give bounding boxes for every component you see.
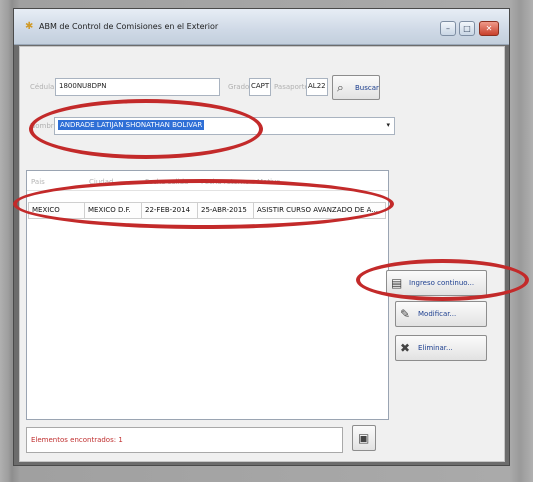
delete-icon: ✖ — [400, 341, 411, 355]
search-icon: ⌕ — [337, 80, 344, 94]
column-header-fecha-retorno[interactable]: Fecha retorno — [201, 178, 249, 186]
modificar-button[interactable]: ✎ Modificar... — [395, 301, 487, 327]
close-icon[interactable]: ✕ — [479, 21, 499, 36]
ingreso-continuo-label: Ingreso continuo... — [409, 279, 475, 287]
app-icon: ✱ — [25, 21, 34, 32]
chevron-down-icon[interactable]: ▾ — [386, 121, 390, 129]
maximize-icon[interactable]: □ — [459, 21, 475, 36]
column-header-motivo[interactable]: Motivo — [257, 178, 280, 186]
pasaporte-field[interactable]: AL22 — [306, 78, 328, 96]
cedula-field[interactable]: 1800NU8DPN — [55, 78, 220, 96]
document-icon: ▤ — [391, 276, 403, 290]
cell-motivo: ASISTIR CURSO AVANZADO DE A... — [257, 206, 379, 214]
grado-label: Grado — [228, 83, 250, 91]
title-bar: ✱ ABM de Control de Comisiones en el Ext… — [14, 9, 509, 45]
print-button[interactable]: ▣ — [352, 425, 376, 451]
edit-icon: ✎ — [400, 307, 411, 321]
nombre-combobox[interactable]: ANDRADE LATIJAN SHONATHAN BOLIVAR ▾ — [54, 117, 395, 135]
modificar-label: Modificar... — [418, 310, 457, 318]
eliminar-label: Eliminar... — [418, 344, 453, 352]
cell-pais: MEXICO — [29, 203, 85, 218]
window-title: ABM de Control de Comisiones en el Exter… — [39, 22, 219, 31]
column-header-fecha-salida[interactable]: Fecha salida — [145, 178, 188, 186]
printer-icon: ▣ — [358, 431, 370, 445]
minimize-icon[interactable]: – — [440, 21, 456, 36]
ingreso-continuo-button[interactable]: ▤ Ingreso continuo... — [386, 270, 487, 296]
client-area: Cédula 1800NU8DPN Grado CAPT Pasaporte A… — [19, 46, 505, 462]
cell-fecha-retorno: 25-ABR-2015 — [198, 203, 254, 218]
column-header-pais[interactable]: Pais — [31, 178, 45, 186]
buscar-button[interactable]: ⌕ Buscar — [332, 75, 380, 100]
eliminar-button[interactable]: ✖ Eliminar... — [395, 335, 487, 361]
app-window: ✱ ABM de Control de Comisiones en el Ext… — [13, 8, 510, 466]
cedula-label: Cédula — [30, 83, 55, 91]
cell-ciudad: MEXICO D.F. — [85, 203, 142, 218]
table-row[interactable]: MEXICO MEXICO D.F. 22-FEB-2014 25-ABR-20… — [28, 202, 386, 219]
nombre-selected-text: ANDRADE LATIJAN SHONATHAN BOLIVAR — [58, 120, 205, 130]
status-bar: Elementos encontrados: 1 — [26, 427, 343, 453]
buscar-label: Buscar — [355, 83, 379, 92]
grado-field[interactable]: CAPT — [249, 78, 271, 96]
table-header: Pais Ciudad Fecha salida Fecha retorno M… — [27, 171, 388, 191]
pasaporte-label: Pasaporte — [274, 83, 309, 91]
cell-fecha-salida: 22-FEB-2014 — [142, 203, 198, 218]
comisiones-table: Pais Ciudad Fecha salida Fecha retorno M… — [26, 170, 389, 420]
column-header-ciudad[interactable]: Ciudad — [89, 178, 113, 186]
